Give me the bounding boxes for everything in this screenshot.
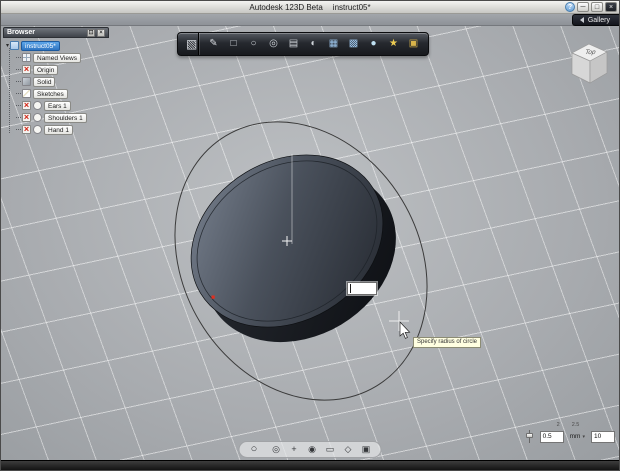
document-title: instruct05* xyxy=(332,2,371,12)
material-icon[interactable]: ● xyxy=(367,33,380,55)
browser-item-label[interactable]: Shoulders 1 xyxy=(44,112,87,123)
browser-item-label[interactable]: Named Views xyxy=(33,52,81,63)
visibility-off-icon[interactable]: × xyxy=(22,101,31,110)
item-type-icon xyxy=(10,41,20,50)
units-value: mm xyxy=(569,433,581,440)
title-bar: Autodesk 123D Beta instruct05* ? ─ □ × xyxy=(1,1,619,14)
visibility-off-icon[interactable]: × xyxy=(22,125,31,134)
browser-item-shoulders[interactable]: ▾ × Shoulders 1 xyxy=(16,112,109,123)
browser-panel-header[interactable]: Browser ⊡ × xyxy=(3,27,109,38)
expander-icon[interactable]: ▾ xyxy=(6,42,9,49)
tree-connector-line xyxy=(9,48,10,133)
text-caret xyxy=(350,284,351,293)
browser-item-label[interactable]: Solid xyxy=(33,76,56,87)
primitives-menu-icon[interactable]: ▧ xyxy=(186,33,199,55)
extrude-icon[interactable]: ▤ xyxy=(287,33,300,55)
close-panel-icon[interactable]: × xyxy=(97,28,105,37)
look-at-icon[interactable]: ◇ xyxy=(343,442,354,457)
units-select[interactable]: mm ▾ xyxy=(570,433,585,440)
combine-icon[interactable]: ▩ xyxy=(347,33,360,55)
orbit-icon[interactable]: ◎ xyxy=(271,442,282,457)
fit-view-icon[interactable]: ▭ xyxy=(325,442,336,457)
close-button[interactable]: × xyxy=(605,2,617,12)
grid-size-input[interactable]: 10 xyxy=(591,430,615,443)
browser-item-named-views[interactable]: ▾ × Named Views xyxy=(16,52,109,63)
view-sphere-icon[interactable]: ○ xyxy=(249,442,260,457)
browser-item-hand[interactable]: ▾ × Hand 1 xyxy=(16,124,109,135)
crosshair-cursor-icon xyxy=(389,311,411,339)
browser-item-origin[interactable]: ▾ × Origin xyxy=(16,64,109,75)
snap-settings-icon[interactable]: ★ xyxy=(387,33,400,55)
app-window: Autodesk 123D Beta instruct05* ? ─ □ × G… xyxy=(0,0,620,471)
gallery-label: Gallery xyxy=(587,16,610,24)
slider-knob-icon[interactable] xyxy=(525,433,533,438)
item-type-icon xyxy=(33,113,42,122)
browser-item-label[interactable]: instruct05* xyxy=(21,40,60,51)
item-type-icon xyxy=(22,89,31,98)
browser-item-ears[interactable]: ▾ × Ears 1 xyxy=(16,100,109,111)
item-type-icon xyxy=(22,53,31,62)
sketch-icon[interactable]: ✎ xyxy=(207,33,220,55)
radius-input[interactable] xyxy=(347,282,377,295)
browser-item-label[interactable]: Ears 1 xyxy=(44,100,71,111)
pattern-icon[interactable]: ▦ xyxy=(327,33,340,55)
zoom-icon[interactable]: ◉ xyxy=(307,442,318,457)
grid-controls: 2 2.5 0.5 mm ▾ 10 xyxy=(525,422,615,444)
gallery-button[interactable]: Gallery xyxy=(571,14,619,26)
tick-label: 2 xyxy=(556,422,560,428)
app-title: Autodesk 123D Beta xyxy=(249,2,323,12)
browser-item-label[interactable]: Sketches xyxy=(33,88,68,99)
slider-tick-labels: 2 2.5 xyxy=(557,422,615,429)
dock-panel-icon[interactable]: ⊡ xyxy=(87,28,95,37)
sketch-point-left[interactable] xyxy=(211,295,215,299)
tooltip: Specify radius of circle xyxy=(413,337,482,348)
snap-slider[interactable] xyxy=(525,429,534,444)
browser-panel: Browser ⊡ × ▾ × instruct05* ▾ × Named Vi… xyxy=(3,27,109,135)
snap-value-input[interactable]: 0.5 xyxy=(539,430,564,443)
top-strip: Gallery xyxy=(1,14,619,26)
tick-label: 2.5 xyxy=(571,422,580,428)
navigation-toolbar: ○ ◎ + ◉ ▭ ◇ ▣ xyxy=(238,441,382,458)
item-type-icon xyxy=(33,125,42,134)
folder-icon[interactable]: ▣ xyxy=(407,33,420,55)
chevron-down-icon: ▾ xyxy=(582,433,585,440)
browser-item-sketches[interactable]: ▾ × Sketches xyxy=(16,88,109,99)
restore-button[interactable]: □ xyxy=(591,2,603,12)
collapse-arrow-icon xyxy=(579,17,584,23)
browser-item-document[interactable]: ▾ × instruct05* xyxy=(6,40,109,51)
item-type-icon xyxy=(33,101,42,110)
item-type-icon xyxy=(22,77,31,86)
box-primitive-icon[interactable]: □ xyxy=(227,33,240,55)
status-bar xyxy=(1,460,619,470)
display-settings-icon[interactable]: ▣ xyxy=(361,442,372,457)
browser-panel-title: Browser xyxy=(7,29,36,36)
minimize-button[interactable]: ─ xyxy=(577,2,589,12)
main-toolbar: ▧ ✎ □ ○ ◎ ▤ ◐ ▦ ▩ ● ★ ▣ xyxy=(177,32,429,56)
browser-item-label[interactable]: Hand 1 xyxy=(44,124,73,135)
browser-tree: ▾ × instruct05* ▾ × Named Views ▾ × Orig… xyxy=(3,38,109,135)
cylinder-primitive-icon[interactable]: ◎ xyxy=(267,33,280,55)
browser-item-solid[interactable]: ▾ × Solid xyxy=(16,76,109,87)
sphere-primitive-icon[interactable]: ○ xyxy=(247,33,260,55)
visibility-off-icon[interactable]: × xyxy=(22,113,31,122)
view-cube[interactable]: Top xyxy=(562,38,614,90)
browser-item-label[interactable]: Origin xyxy=(33,64,59,75)
help-button[interactable]: ? xyxy=(565,2,575,12)
pan-icon[interactable]: + xyxy=(289,442,300,457)
visibility-off-icon[interactable]: × xyxy=(22,65,31,74)
revolve-icon[interactable]: ◐ xyxy=(307,33,320,55)
